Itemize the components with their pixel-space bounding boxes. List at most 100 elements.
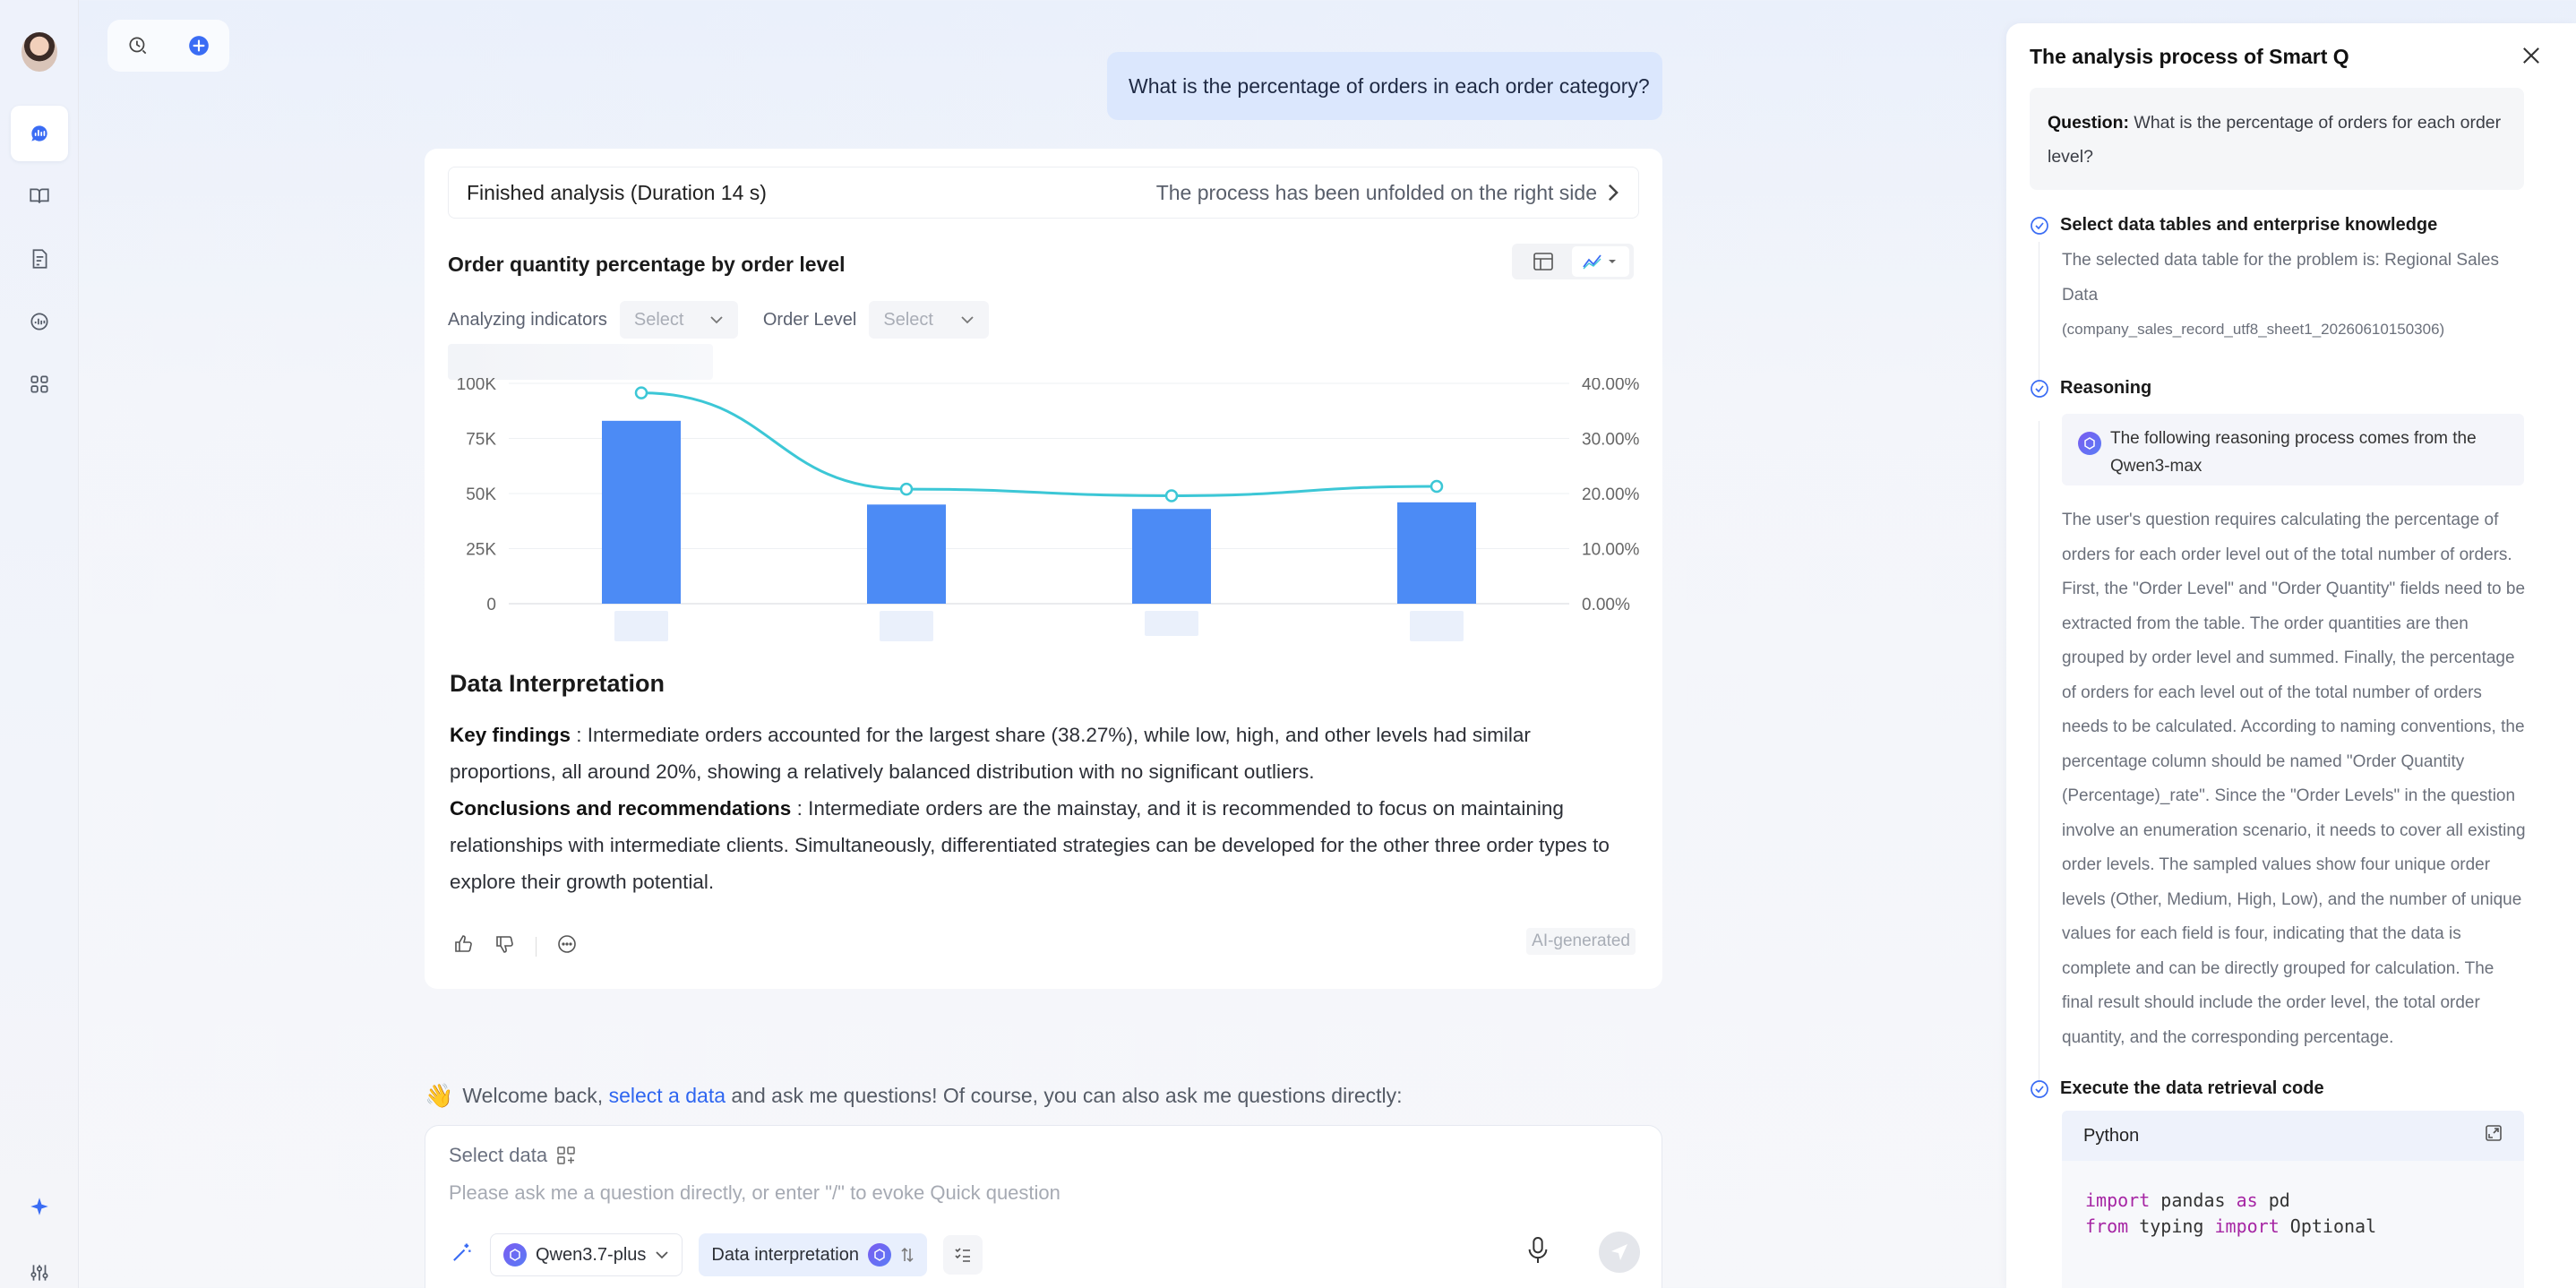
interpretation-body: Key findings : Intermediate orders accou… (450, 717, 1641, 900)
step1-body: The selected data table for the problem … (2062, 244, 2528, 348)
more-icon[interactable] (556, 933, 578, 959)
indicators-select[interactable]: Select (619, 301, 738, 339)
chart-filters: Analyzing indicators Select Order Level … (448, 301, 1014, 339)
y-tick-label: 50K (466, 485, 496, 504)
line-point (899, 482, 914, 496)
question-label: Question: (2048, 113, 2129, 133)
magic-wand-icon[interactable] (449, 1241, 474, 1270)
send-button[interactable] (1599, 1232, 1640, 1273)
report-icon[interactable] (11, 231, 68, 287)
avatar[interactable] (21, 32, 57, 72)
swap-icon (901, 1247, 914, 1263)
findings-label: Key findings (450, 724, 571, 746)
code-keyword: from (2085, 1215, 2129, 1237)
code-text: Optional (2279, 1215, 2377, 1237)
code-text: pd (2257, 1189, 2290, 1211)
mode-name: Data interpretation (711, 1244, 859, 1265)
chart-view-icon[interactable] (1572, 246, 1629, 277)
step1-body-text: The selected data table for the problem … (2062, 251, 2499, 305)
step-select-data[interactable]: Select data tables and enterprise knowle… (2030, 215, 2437, 236)
code-language: Python (2083, 1125, 2140, 1146)
history-icon[interactable] (126, 34, 150, 57)
indicators-select-value: Select (633, 309, 684, 330)
qwen-icon (503, 1243, 527, 1267)
conclusions-label: Conclusions and recommendations (450, 797, 792, 820)
y2-tick-label: 10.00% (1582, 541, 1639, 560)
sparkle-icon[interactable] (11, 1179, 68, 1234)
analysis-status-bar[interactable]: Finished analysis (Duration 14 s) The pr… (448, 167, 1639, 219)
expand-icon[interactable] (2485, 1124, 2503, 1147)
order-level-select-value: Select (883, 309, 933, 330)
line-point (1164, 489, 1179, 502)
x-tick-label (1145, 611, 1198, 636)
order-level-select[interactable]: Select (869, 301, 990, 339)
check-circle-icon (2031, 379, 2048, 398)
code-block: import pandas as pd from typing import O… (2062, 1161, 2524, 1288)
task-list-icon[interactable] (942, 1235, 983, 1275)
left-rail (0, 0, 79, 1288)
panel-question: Question: What is the percentage of orde… (2030, 88, 2524, 190)
new-chat-icon[interactable] (187, 34, 210, 57)
answer-card: Finished analysis (Duration 14 s) The pr… (425, 149, 1662, 989)
chevron-down-icon (961, 316, 975, 324)
code-keyword: as (2236, 1189, 2258, 1211)
divider (536, 936, 537, 957)
legend-placeholder (448, 344, 713, 380)
chevron-down-icon (656, 1251, 669, 1259)
check-circle-icon (2031, 216, 2048, 235)
step2-title: Reasoning (2060, 378, 2152, 398)
mode-selector[interactable]: Data interpretation (699, 1233, 927, 1276)
select-data-button[interactable]: Select data (449, 1144, 576, 1167)
thumbs-up-icon[interactable] (453, 933, 475, 959)
bar (602, 420, 681, 604)
y2-tick-label: 30.00% (1582, 431, 1639, 450)
code-keyword: import (2085, 1189, 2151, 1211)
microphone-icon[interactable] (1525, 1235, 1550, 1270)
qwen-icon (2078, 432, 2101, 455)
panel-title: The analysis process of Smart Q (2030, 45, 2349, 68)
analysis-icon[interactable] (11, 294, 68, 349)
table-view-icon[interactable] (1515, 246, 1572, 277)
chart-view-toggle (1512, 244, 1634, 279)
user-question-text: What is the percentage of orders in each… (1129, 73, 1650, 98)
finished-text: Finished analysis (Duration 14 s) (467, 180, 767, 204)
step-execute-code[interactable]: Execute the data retrieval code (2030, 1078, 2324, 1099)
chevron-down-icon (710, 316, 723, 324)
analysis-process-panel: The analysis process of Smart Q Question… (2006, 23, 2576, 1288)
reasoning-source-text: The following reasoning process comes fr… (2110, 429, 2477, 476)
chat-icon[interactable] (11, 106, 68, 161)
bar (1132, 509, 1211, 604)
code-text: typing (2128, 1215, 2215, 1237)
step-reasoning[interactable]: Reasoning (2030, 378, 2151, 399)
qwen-icon (867, 1243, 891, 1267)
interpretation-title: Data Interpretation (450, 670, 665, 697)
settings-sliders-icon[interactable] (11, 1245, 68, 1288)
welcome-line: 👋 Welcome back, select a data and ask me… (425, 1082, 1403, 1110)
close-icon[interactable] (2519, 43, 2544, 73)
model-selector[interactable]: Qwen3.7-plus (490, 1233, 683, 1276)
line-point (634, 386, 648, 399)
x-tick-label (880, 611, 933, 641)
welcome-text-wrap: Welcome back, select a data and ask me q… (462, 1084, 1402, 1108)
book-icon[interactable] (11, 168, 68, 224)
apps-icon[interactable] (11, 356, 68, 412)
y-tick-label: 25K (466, 541, 496, 560)
question-input[interactable]: Please ask me a question directly, or en… (449, 1181, 1060, 1205)
code-text: pandas (2150, 1189, 2237, 1211)
select-data-link[interactable]: select a data (609, 1084, 726, 1107)
composer-tools: Qwen3.7-plus Data interpretation (449, 1233, 983, 1276)
chevron-right-icon (1608, 184, 1619, 202)
order-level-chart: 100K 40.00% 75K 30.00% 50K 20.00% 25K 10.00% 0 0.… (457, 378, 1639, 641)
y-tick-label: 75K (466, 431, 496, 450)
reasoning-body: The user's question requires calculating… (2062, 511, 2526, 1047)
ai-generated-tag: AI-generated (1526, 928, 1636, 955)
model-name: Qwen3.7-plus (536, 1244, 647, 1265)
user-question-bubble: What is the percentage of orders in each… (1107, 52, 1662, 120)
y-tick-label: 0 (486, 596, 496, 614)
process-hint-wrap: The process has been unfolded on the rig… (1156, 181, 1620, 205)
thumbs-down-icon[interactable] (494, 933, 516, 959)
code-keyword: import (2214, 1215, 2280, 1237)
findings-text: : Intermediate orders accounted for the … (450, 724, 1531, 783)
reasoning-source: The following reasoning process comes fr… (2062, 414, 2524, 485)
bar (867, 504, 946, 604)
